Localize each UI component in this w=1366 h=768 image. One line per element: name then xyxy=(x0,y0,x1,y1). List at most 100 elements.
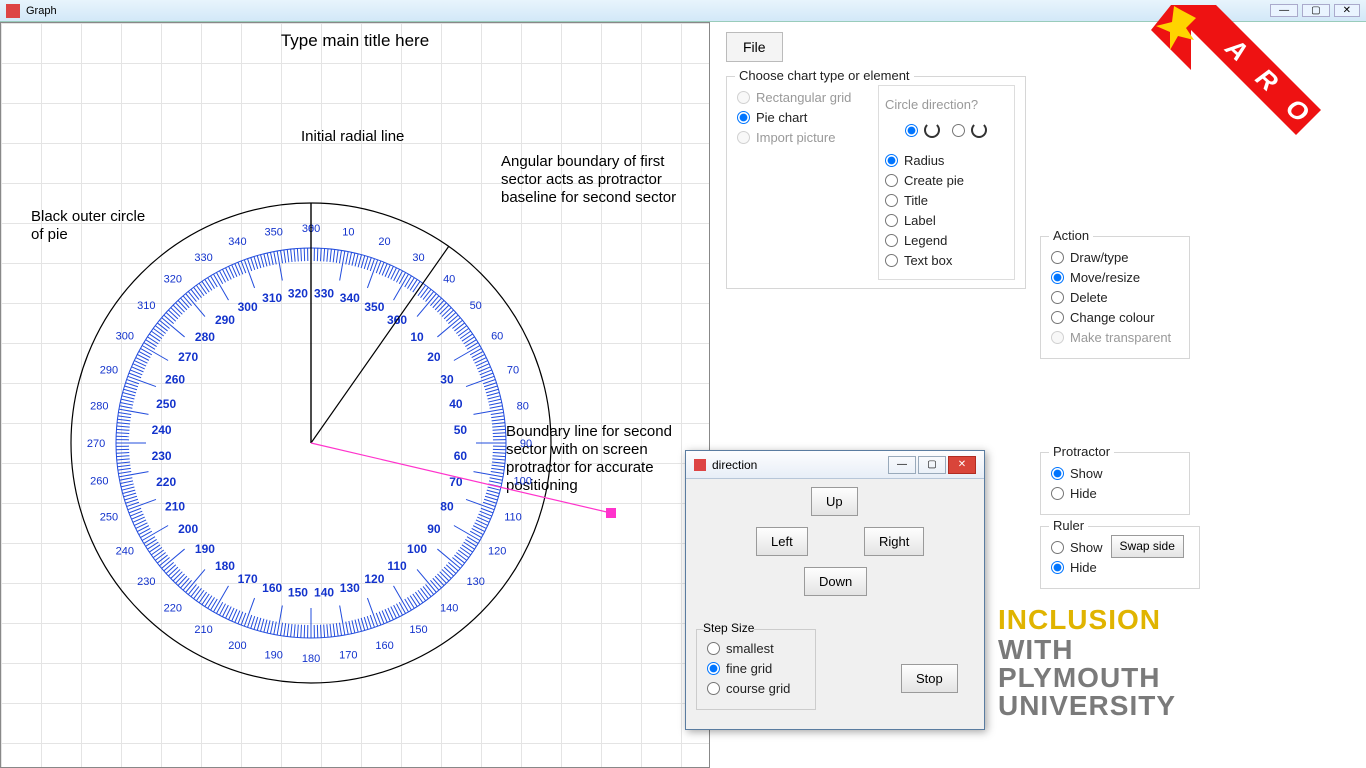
radio-course[interactable]: course grid xyxy=(707,681,805,696)
svg-text:150: 150 xyxy=(409,624,427,636)
file-menu[interactable]: File xyxy=(726,32,783,62)
svg-text:70: 70 xyxy=(507,364,519,376)
svg-text:220: 220 xyxy=(164,603,182,615)
protractor-group: Protractor Show Hide xyxy=(1040,452,1190,515)
down-button[interactable]: Down xyxy=(804,567,867,596)
svg-text:310: 310 xyxy=(262,291,282,305)
stop-button[interactable]: Stop xyxy=(901,664,958,693)
radio-import-pic[interactable]: Import picture xyxy=(737,130,864,145)
svg-text:200: 200 xyxy=(178,522,198,536)
dw-minimize[interactable]: — xyxy=(888,456,916,474)
svg-text:340: 340 xyxy=(228,236,246,248)
ruler-group: Ruler Show Hide Swap side xyxy=(1040,526,1200,589)
svg-text:110: 110 xyxy=(504,512,522,524)
radio-title[interactable]: Title xyxy=(885,193,1008,208)
aro-logo: A R O xyxy=(1146,0,1326,150)
svg-text:320: 320 xyxy=(164,273,182,285)
dw-close[interactable]: ✕ xyxy=(948,456,976,474)
choose-legend: Choose chart type or element xyxy=(735,68,914,83)
up-button[interactable]: Up xyxy=(811,487,858,516)
close-button[interactable]: ✕ xyxy=(1334,4,1360,17)
radio-draw[interactable]: Draw/type xyxy=(1051,250,1179,265)
swap-side-button[interactable]: Swap side xyxy=(1111,535,1184,558)
svg-text:220: 220 xyxy=(156,475,176,489)
annot-initial-radial: Initial radial line xyxy=(301,128,404,146)
radio-textbox[interactable]: Text box xyxy=(885,253,1008,268)
protractor-svg: 0102030405060708090100110120130140150160… xyxy=(51,153,631,713)
radio-fine[interactable]: fine grid xyxy=(707,661,805,676)
svg-text:20: 20 xyxy=(427,350,441,364)
svg-text:280: 280 xyxy=(90,401,108,413)
chart-canvas[interactable]: Type main title here Initial radial line… xyxy=(0,22,710,768)
svg-text:10: 10 xyxy=(342,226,354,238)
svg-text:190: 190 xyxy=(195,542,215,556)
step-size-group: Step Size smallest fine grid course grid xyxy=(696,629,816,710)
svg-text:50: 50 xyxy=(454,423,468,437)
svg-text:50: 50 xyxy=(470,300,482,312)
radio-legend[interactable]: Legend xyxy=(885,233,1008,248)
radio-prot-hide[interactable]: Hide xyxy=(1051,486,1179,501)
radio-rect-grid[interactable]: Rectangular grid xyxy=(737,90,864,105)
svg-text:270: 270 xyxy=(87,438,105,450)
svg-text:30: 30 xyxy=(412,252,424,264)
radio-ruler-show[interactable]: Show xyxy=(1051,540,1103,555)
svg-text:210: 210 xyxy=(165,499,185,513)
svg-text:170: 170 xyxy=(339,650,357,662)
radio-move[interactable]: Move/resize xyxy=(1051,270,1179,285)
radio-label[interactable]: Label xyxy=(885,213,1008,228)
svg-text:310: 310 xyxy=(137,300,155,312)
circle-direction-label: Circle direction? xyxy=(885,97,1008,112)
cw-icon xyxy=(924,122,940,138)
choose-group: Choose chart type or element Rectangular… xyxy=(726,76,1026,289)
svg-text:180: 180 xyxy=(302,653,320,665)
svg-text:250: 250 xyxy=(156,397,176,411)
svg-text:200: 200 xyxy=(228,640,246,652)
chart-title[interactable]: Type main title here xyxy=(1,31,709,51)
svg-text:260: 260 xyxy=(90,475,108,487)
right-button[interactable]: Right xyxy=(864,527,924,556)
svg-text:100: 100 xyxy=(407,542,427,556)
dw-maximize[interactable]: ▢ xyxy=(918,456,946,474)
plymouth-brand: INCLUSION WITH PLYMOUTH UNIVERSITY xyxy=(998,604,1176,720)
svg-text:60: 60 xyxy=(454,449,468,463)
svg-text:300: 300 xyxy=(238,300,258,314)
app-icon xyxy=(6,4,20,18)
direction-titlebar[interactable]: direction — ▢ ✕ xyxy=(686,451,984,479)
svg-text:140: 140 xyxy=(440,603,458,615)
radio-delete[interactable]: Delete xyxy=(1051,290,1179,305)
radio-colour[interactable]: Change colour xyxy=(1051,310,1179,325)
radio-create-pie[interactable]: Create pie xyxy=(885,173,1008,188)
ccw-icon xyxy=(971,122,987,138)
radio-smallest[interactable]: smallest xyxy=(707,641,805,656)
svg-text:60: 60 xyxy=(491,331,503,343)
svg-text:340: 340 xyxy=(340,291,360,305)
svg-text:260: 260 xyxy=(165,373,185,387)
svg-text:120: 120 xyxy=(488,546,506,558)
svg-text:230: 230 xyxy=(152,449,172,463)
svg-text:280: 280 xyxy=(195,330,215,344)
action-group: Action Draw/type Move/resize Delete Chan… xyxy=(1040,236,1190,359)
direction-title: direction xyxy=(712,458,757,472)
svg-text:210: 210 xyxy=(194,624,212,636)
svg-text:100: 100 xyxy=(514,475,532,487)
svg-text:300: 300 xyxy=(116,331,134,343)
svg-text:110: 110 xyxy=(387,559,407,573)
radio-transparent[interactable]: Make transparent xyxy=(1051,330,1179,345)
svg-text:250: 250 xyxy=(100,512,118,524)
radio-prot-show[interactable]: Show xyxy=(1051,466,1179,481)
svg-text:330: 330 xyxy=(194,252,212,264)
svg-text:240: 240 xyxy=(152,423,172,437)
direction-window[interactable]: direction — ▢ ✕ Up Left Right Down Stop … xyxy=(685,450,985,730)
left-button[interactable]: Left xyxy=(756,527,808,556)
radio-cw[interactable] xyxy=(905,122,940,138)
radio-pie-chart[interactable]: Pie chart xyxy=(737,110,864,125)
svg-text:130: 130 xyxy=(340,581,360,595)
svg-text:330: 330 xyxy=(314,287,334,301)
svg-text:240: 240 xyxy=(116,546,134,558)
radio-radius[interactable]: Radius xyxy=(885,153,1008,168)
radio-ccw[interactable] xyxy=(952,122,987,138)
svg-text:170: 170 xyxy=(238,572,258,586)
radio-ruler-hide[interactable]: Hide xyxy=(1051,560,1103,575)
svg-text:350: 350 xyxy=(264,226,282,238)
svg-text:230: 230 xyxy=(137,576,155,588)
